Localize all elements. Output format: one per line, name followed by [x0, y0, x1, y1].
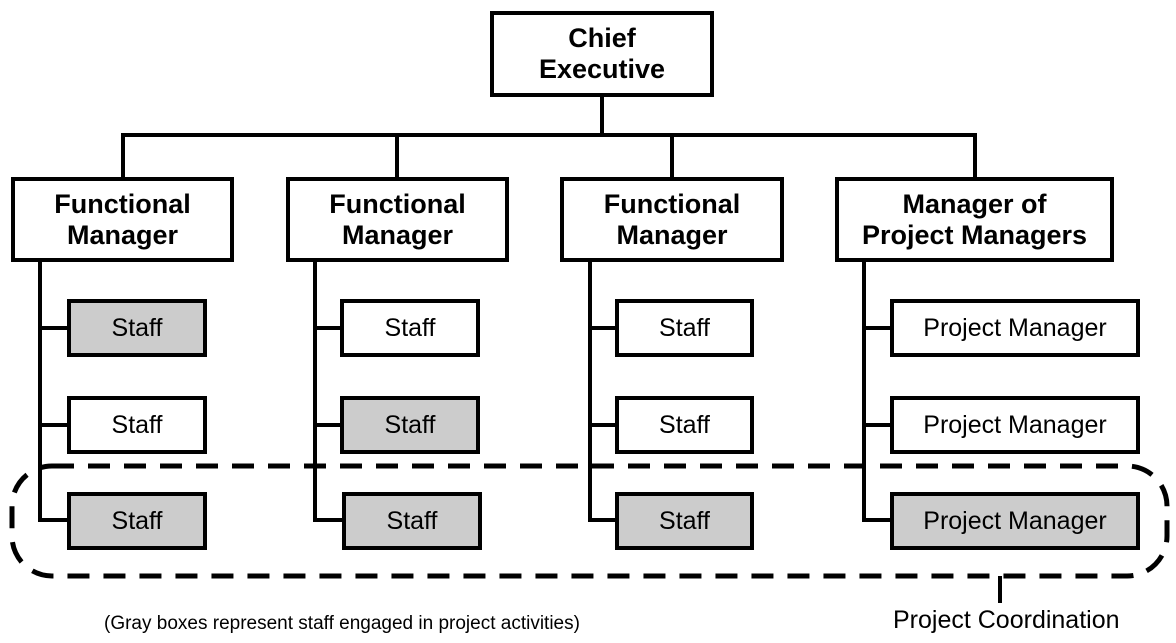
staff-box: Staff: [615, 299, 754, 357]
column-3-trunk: [588, 260, 592, 522]
functional-manager-1-box: Functional Manager: [11, 177, 234, 262]
column-4-trunk: [862, 260, 866, 522]
staff-box: Staff: [615, 492, 754, 550]
staff-box: Staff: [340, 396, 480, 454]
branch: [588, 326, 618, 330]
branch: [313, 326, 343, 330]
project-manager-box: Project Manager: [890, 396, 1140, 454]
branch: [38, 518, 70, 522]
branch: [862, 326, 893, 330]
staff-box: Staff: [67, 492, 207, 550]
staff-box: Staff: [67, 299, 207, 357]
functional-manager-3-box: Functional Manager: [560, 177, 784, 262]
column-1-trunk: [38, 260, 42, 522]
project-manager-box: Project Manager: [890, 492, 1140, 550]
staff-box: Staff: [340, 299, 480, 357]
manager-of-project-managers-box: Manager of Project Managers: [835, 177, 1114, 262]
project-manager-box: Project Manager: [890, 299, 1140, 357]
staff-box: Staff: [67, 396, 207, 454]
manager-1-up-connector: [121, 133, 125, 179]
manager-bus-connector: [121, 133, 977, 137]
branch: [862, 423, 893, 427]
chief-down-connector: [600, 95, 604, 136]
staff-box: Staff: [615, 396, 754, 454]
branch: [313, 518, 343, 522]
legend-note: (Gray boxes represent staff engaged in p…: [104, 613, 580, 634]
functional-manager-2-box: Functional Manager: [286, 177, 509, 262]
branch: [38, 423, 70, 427]
manager-3-up-connector: [670, 133, 674, 179]
branch: [588, 518, 618, 522]
branch: [862, 518, 893, 522]
manager-4-up-connector: [973, 133, 977, 179]
column-2-trunk: [313, 260, 317, 522]
chief-executive-box: Chief Executive: [490, 11, 714, 97]
manager-2-up-connector: [395, 133, 399, 179]
staff-box: Staff: [342, 492, 482, 550]
branch: [38, 326, 70, 330]
branch: [588, 423, 618, 427]
branch: [313, 423, 343, 427]
project-coordination-label: Project Coordination: [893, 606, 1120, 634]
